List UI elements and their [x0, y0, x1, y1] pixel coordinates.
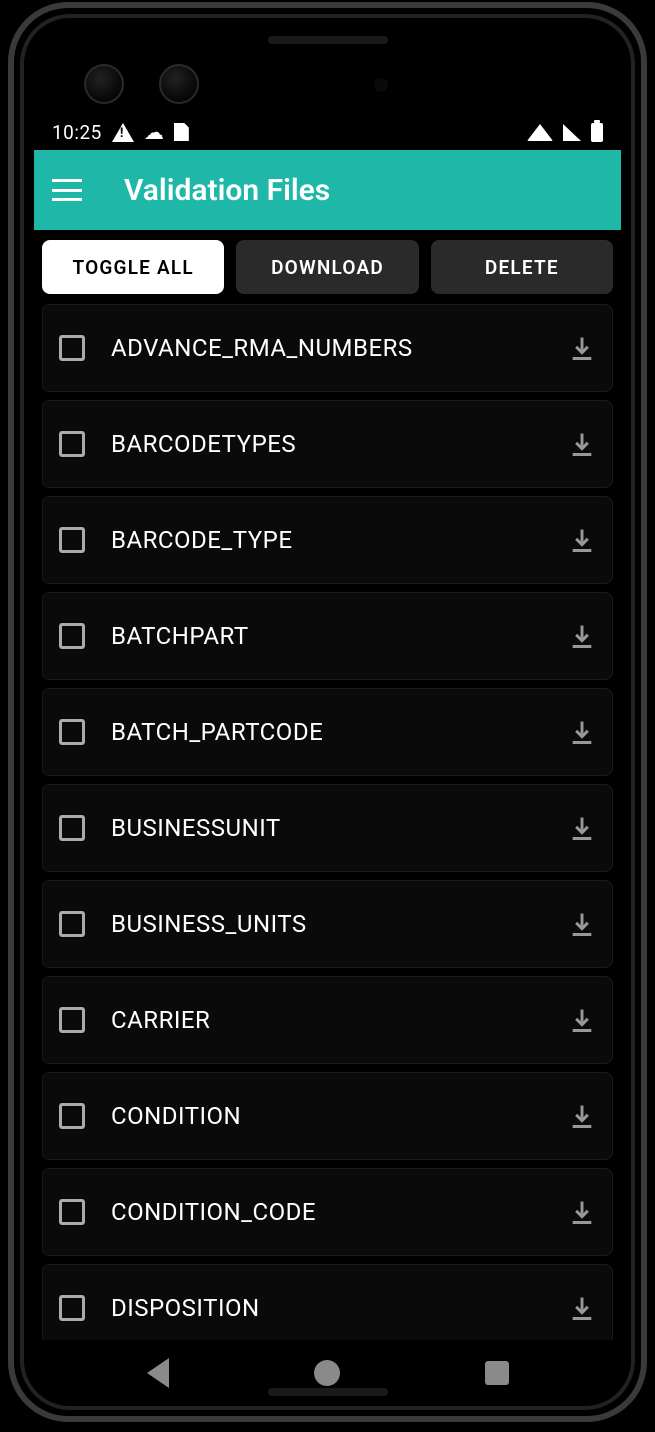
file-row[interactable]: BATCH_PARTCODE [42, 688, 613, 776]
battery-icon [591, 123, 603, 142]
file-name-label: CONDITION [111, 1102, 542, 1130]
file-row[interactable]: CONDITION [42, 1072, 613, 1160]
file-name-label: BUSINESSUNIT [111, 814, 542, 842]
phone-frame-inner: 10:25 ☁ Validation Files [20, 14, 635, 1410]
speaker-top [268, 36, 388, 44]
action-button-row: TOGGLE ALL DOWNLOAD DELETE [34, 230, 621, 300]
checkbox[interactable] [59, 1007, 85, 1033]
menu-icon[interactable] [52, 179, 82, 201]
download-icon[interactable] [568, 1006, 596, 1034]
checkbox[interactable] [59, 719, 85, 745]
checkbox[interactable] [59, 527, 85, 553]
download-icon[interactable] [568, 430, 596, 458]
file-row[interactable]: CARRIER [42, 976, 613, 1064]
download-icon[interactable] [568, 1294, 596, 1322]
screen: 10:25 ☁ Validation Files [34, 114, 621, 1340]
phone-frame-outer: 10:25 ☁ Validation Files [8, 2, 647, 1422]
file-name-label: DISPOSITION [111, 1294, 542, 1322]
checkbox[interactable] [59, 623, 85, 649]
download-icon[interactable] [568, 526, 596, 554]
sensor-dot [374, 78, 388, 92]
download-button[interactable]: DOWNLOAD [236, 240, 418, 294]
nav-back-icon[interactable] [147, 1358, 169, 1388]
nav-bar [24, 1340, 631, 1406]
file-row[interactable]: BUSINESS_UNITS [42, 880, 613, 968]
checkbox[interactable] [59, 335, 85, 361]
file-row[interactable]: BUSINESSUNIT [42, 784, 613, 872]
download-icon[interactable] [568, 1198, 596, 1226]
download-icon[interactable] [568, 814, 596, 842]
download-icon[interactable] [568, 718, 596, 746]
file-row[interactable]: BATCHPART [42, 592, 613, 680]
download-icon[interactable] [568, 910, 596, 938]
file-row[interactable]: DISPOSITION [42, 1264, 613, 1340]
clock-text: 10:25 [52, 121, 102, 144]
status-bar: 10:25 ☁ [34, 114, 621, 150]
file-name-label: BUSINESS_UNITS [111, 910, 542, 938]
file-name-label: ADVANCE_RMA_NUMBERS [111, 334, 542, 362]
checkbox[interactable] [59, 1295, 85, 1321]
checkbox[interactable] [59, 431, 85, 457]
delete-button[interactable]: DELETE [431, 240, 613, 294]
wifi-icon [527, 124, 553, 141]
checkbox[interactable] [59, 1199, 85, 1225]
speaker-bottom [268, 1388, 388, 1396]
cellular-icon [563, 124, 581, 141]
nav-home-icon[interactable] [314, 1360, 340, 1386]
checkbox[interactable] [59, 1103, 85, 1129]
file-row[interactable]: BARCODETYPES [42, 400, 613, 488]
file-row[interactable]: CONDITION_CODE [42, 1168, 613, 1256]
page-title: Validation Files [124, 173, 330, 208]
file-name-label: CARRIER [111, 1006, 542, 1034]
checkbox[interactable] [59, 911, 85, 937]
download-icon[interactable] [568, 334, 596, 362]
file-name-label: BATCHPART [111, 622, 542, 650]
file-name-label: CONDITION_CODE [111, 1198, 542, 1226]
download-icon[interactable] [568, 1102, 596, 1130]
toggle-all-button[interactable]: TOGGLE ALL [42, 240, 224, 294]
app-bar: Validation Files [34, 150, 621, 230]
download-icon[interactable] [568, 622, 596, 650]
camera-lens [159, 64, 199, 104]
warning-icon [112, 123, 134, 142]
nav-recent-icon[interactable] [485, 1361, 509, 1385]
cloud-icon: ☁ [144, 120, 164, 144]
file-name-label: BARCODETYPES [111, 430, 542, 458]
checkbox[interactable] [59, 815, 85, 841]
camera-lens [84, 64, 124, 104]
file-name-label: BATCH_PARTCODE [111, 718, 542, 746]
file-row[interactable]: BARCODE_TYPE [42, 496, 613, 584]
file-name-label: BARCODE_TYPE [111, 526, 542, 554]
sd-card-icon [174, 123, 189, 141]
file-list[interactable]: ADVANCE_RMA_NUMBERS BARCODETYPES BARCODE_T… [34, 300, 621, 1340]
file-row[interactable]: ADVANCE_RMA_NUMBERS [42, 304, 613, 392]
